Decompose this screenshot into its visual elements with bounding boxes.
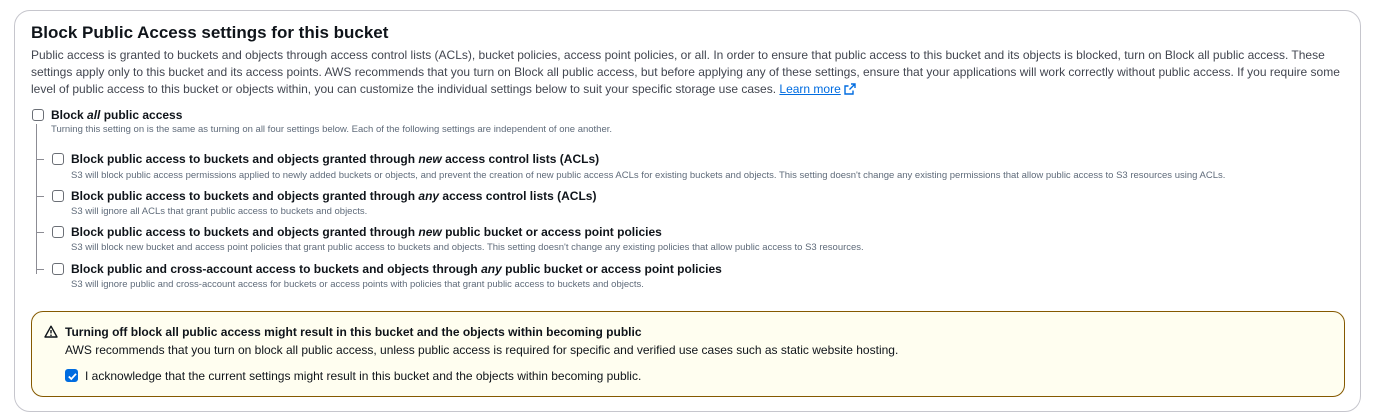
section-title: Block Public Access settings for this bu… <box>31 23 389 42</box>
block-all-checkbox[interactable] <box>32 109 44 121</box>
block-cross-account-description: S3 will ignore public and cross-account … <box>71 279 644 290</box>
learn-more-link[interactable]: Learn more <box>779 82 856 96</box>
block-any-acls-description: S3 will ignore all ACLs that grant publi… <box>71 206 368 217</box>
warning-title: Turning off block all public access migh… <box>65 325 642 339</box>
block-new-policies-description: S3 will block new bucket and access poin… <box>71 242 864 253</box>
tree-connector <box>36 232 44 233</box>
block-all-description: Turning this setting on is the same as t… <box>51 124 613 135</box>
learn-more-label: Learn more <box>779 82 841 96</box>
acknowledge-checkbox[interactable] <box>65 369 78 382</box>
block-new-acls-description: S3 will block public access permissions … <box>71 170 1226 181</box>
block-any-acls-checkbox[interactable] <box>52 190 64 202</box>
block-cross-account-checkbox[interactable] <box>52 263 64 275</box>
block-any-acls-label: Block public access to buckets and objec… <box>71 189 597 203</box>
block-new-acls-label: Block public access to buckets and objec… <box>71 152 600 166</box>
warning-text: AWS recommends that you turn on block al… <box>65 343 899 357</box>
warning-alert: Turning off block all public access migh… <box>31 311 1345 397</box>
checkmark-icon <box>68 373 77 381</box>
block-public-access-panel: Block Public Access settings for this bu… <box>14 10 1361 412</box>
block-cross-account-label: Block public and cross-account access to… <box>71 262 722 276</box>
block-new-policies-label: Block public access to buckets and objec… <box>71 225 662 239</box>
block-all-label: Block all public access <box>51 108 183 122</box>
external-link-icon <box>844 83 856 95</box>
acknowledge-label: I acknowledge that the current settings … <box>85 369 642 383</box>
block-new-acls-checkbox[interactable] <box>52 153 64 165</box>
description-text: Public access is granted to buckets and … <box>31 48 1340 96</box>
block-new-policies-checkbox[interactable] <box>52 226 64 238</box>
tree-connector <box>36 269 44 270</box>
tree-connector <box>36 159 44 160</box>
tree-connector <box>36 196 44 197</box>
tree-connector-vertical <box>36 124 37 274</box>
section-description: Public access is granted to buckets and … <box>31 47 1349 98</box>
warning-triangle-icon <box>44 325 58 338</box>
